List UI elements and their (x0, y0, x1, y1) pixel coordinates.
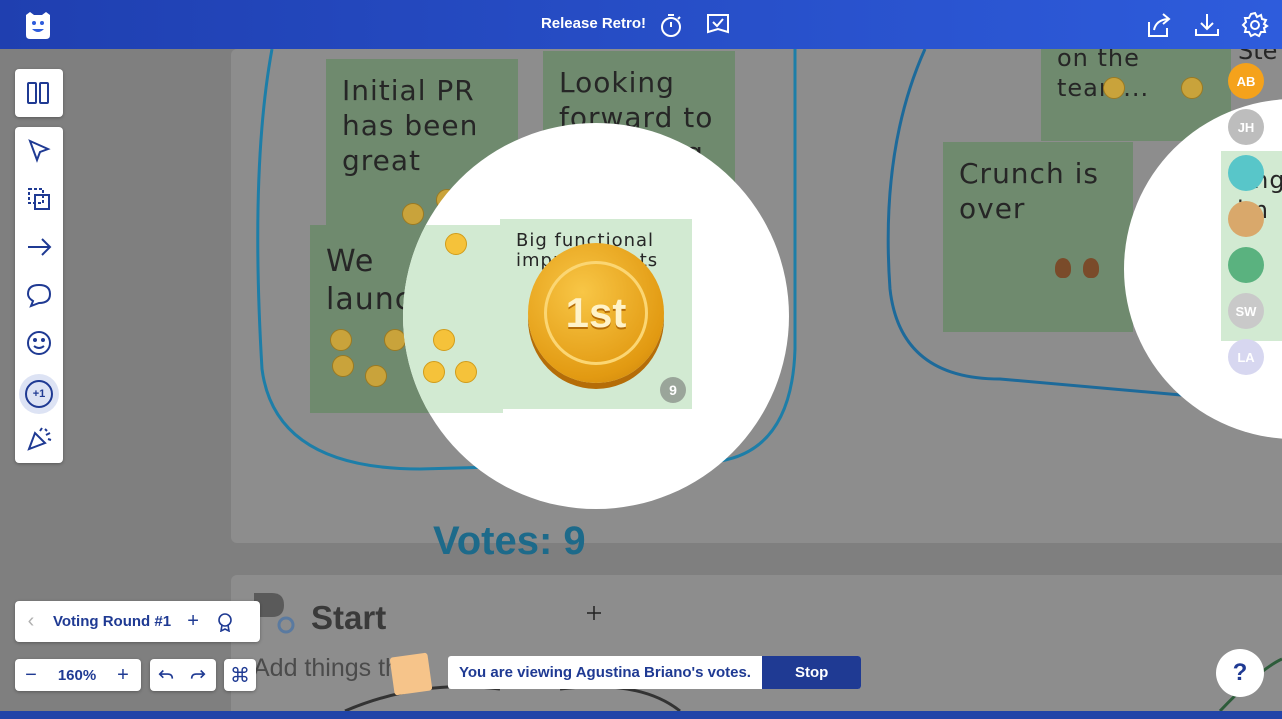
top-bar: Release Retro! (0, 0, 1282, 49)
celebrate-icon[interactable] (23, 423, 55, 455)
gear-icon[interactable] (1240, 10, 1270, 40)
viewing-votes-banner: You are viewing Agustina Briano's votes.… (448, 656, 862, 689)
emoji-reaction-icon (330, 329, 352, 351)
section-subtitle: Add things th (253, 654, 399, 682)
crosshair-cursor-icon (587, 606, 601, 620)
section-title: Start (311, 599, 387, 636)
round-results-icon[interactable] (209, 601, 241, 642)
download-icon[interactable] (1192, 10, 1222, 40)
multi-select-icon[interactable] (23, 183, 55, 215)
grin-emoji-icon (423, 361, 445, 383)
zoom-in-button[interactable]: + (107, 659, 139, 691)
voting-round-label[interactable]: Voting Round #1 (47, 613, 177, 630)
board-title[interactable]: Release Retro! (541, 15, 646, 32)
medal-icon (1055, 258, 1071, 278)
emoji-reaction-icon (365, 365, 387, 387)
checklist-flag-icon[interactable] (703, 10, 733, 40)
redo-icon[interactable] (182, 659, 214, 691)
stop-viewing-button[interactable]: Stop (761, 656, 862, 689)
avatar[interactable] (1228, 247, 1264, 283)
viewing-message: You are viewing Agustina Briano's votes. (459, 664, 751, 681)
history-control (150, 659, 216, 691)
star-struck-emoji-icon (445, 233, 467, 255)
grin-emoji-icon (455, 361, 477, 383)
panels-toggle[interactable] (15, 69, 63, 117)
undo-icon[interactable] (150, 659, 182, 691)
sticky-note[interactable]: Crunch is over (943, 142, 1133, 332)
avatar[interactable] (1228, 201, 1264, 237)
emoji-reaction-icon (1103, 77, 1125, 99)
timer-icon[interactable] (656, 10, 686, 40)
add-round-button[interactable]: + (177, 601, 209, 642)
zoom-control: − 160% + (15, 659, 141, 691)
user-sticker-icon (389, 652, 433, 696)
previous-round-button[interactable]: ‹ (15, 601, 47, 642)
medal-text: 1st (565, 289, 627, 336)
spotlight-winner: Big functional improvements 9 1st (403, 123, 789, 509)
avatar[interactable]: LA (1228, 339, 1264, 375)
votes-label: Votes: 9 (433, 519, 586, 563)
shortcuts-control: ⌘ (224, 659, 256, 691)
avatar[interactable]: SW (1228, 293, 1264, 329)
emoji-reaction-icon (402, 203, 424, 225)
avatar[interactable]: JH (1228, 109, 1264, 145)
sticky-note[interactable] (403, 225, 503, 413)
command-key-icon[interactable]: ⌘ (224, 659, 256, 691)
sticky-text: on the team... (1057, 49, 1148, 102)
voting-round-control: ‹ Voting Round #1 + (15, 601, 260, 642)
app-logo-icon[interactable] (22, 9, 54, 41)
emoji-icon[interactable] (23, 327, 55, 359)
zoom-out-button[interactable]: − (15, 659, 47, 691)
help-button[interactable]: ? (1216, 649, 1264, 697)
vote-label: +1 (25, 380, 53, 408)
first-place-medal-icon: 1st (528, 243, 664, 383)
grin-emoji-icon (433, 329, 455, 351)
vote-count-badge: 9 (660, 377, 686, 403)
sticky-text: Crunch is over (959, 157, 1099, 225)
emoji-reaction-icon (1181, 77, 1203, 99)
medal-icon (1083, 258, 1099, 278)
zoom-level[interactable]: 160% (47, 667, 107, 684)
comment-icon[interactable] (23, 279, 55, 311)
vote-plus-one-icon[interactable]: +1 (19, 374, 59, 414)
panels-icon[interactable] (23, 77, 55, 109)
emoji-reaction-icon (332, 355, 354, 377)
tool-palette: +1 (15, 127, 63, 463)
avatar[interactable] (1228, 155, 1264, 191)
share-icon[interactable] (1144, 10, 1174, 40)
avatar[interactable]: AB (1228, 63, 1264, 99)
bottom-bar (0, 711, 1282, 719)
select-cursor-icon[interactable] (23, 135, 55, 167)
arrow-icon[interactable] (23, 231, 55, 263)
